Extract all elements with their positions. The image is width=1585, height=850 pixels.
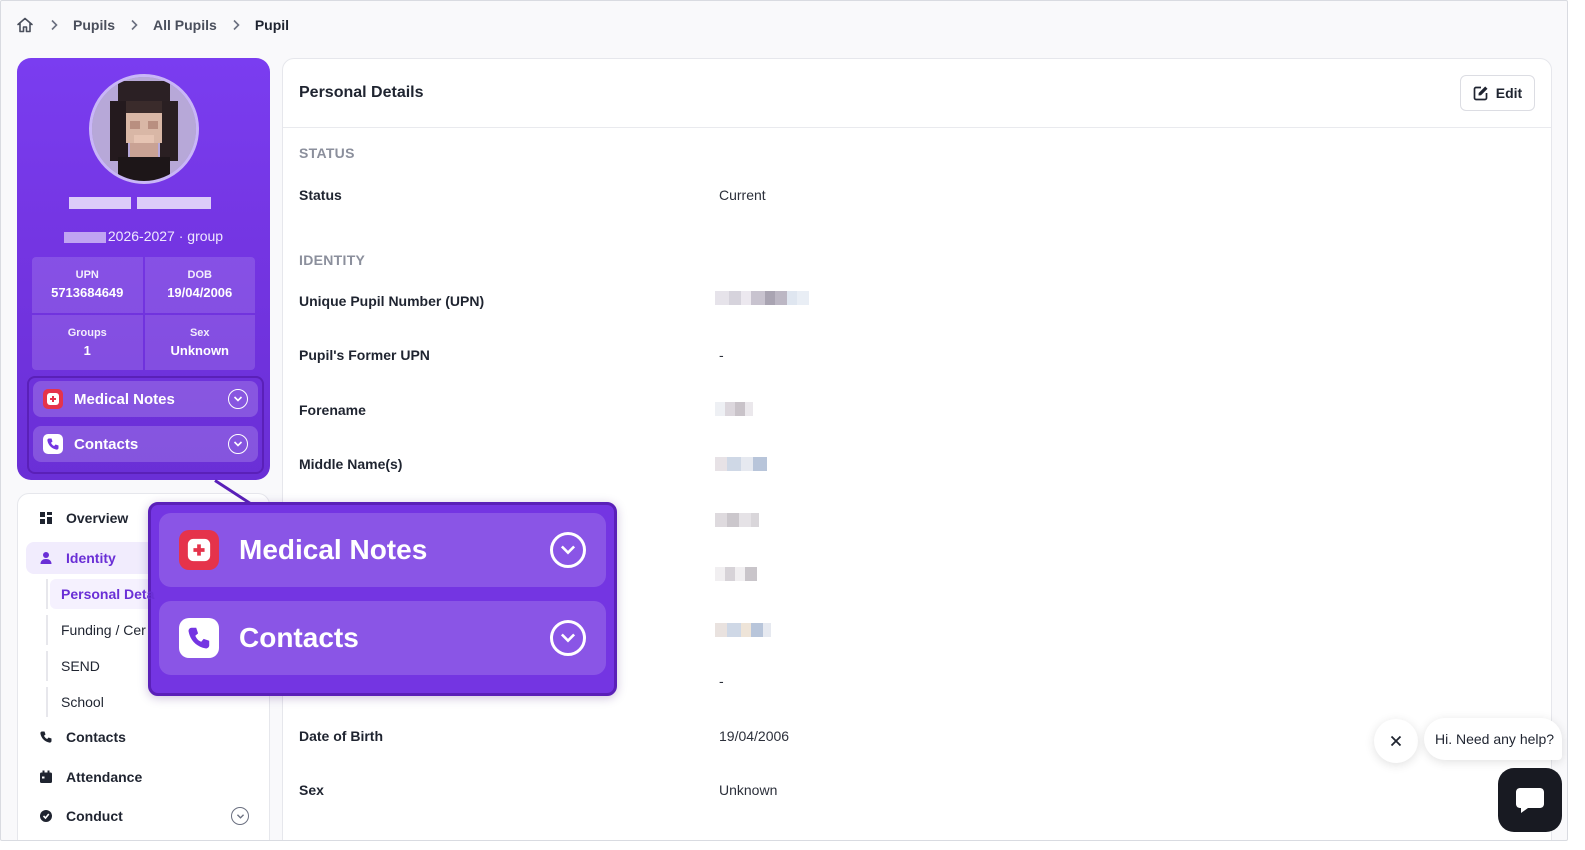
profile-accordions: Medical Notes Contacts [27, 376, 264, 474]
stat-sex: Sex Unknown [144, 314, 255, 370]
medical-notes-accordion-zoomed[interactable]: Medical Notes [159, 513, 606, 587]
chevron-down-icon [228, 389, 248, 409]
section-status: STATUS [299, 145, 355, 161]
conduct-icon [38, 808, 54, 824]
forename-label: Forename [299, 402, 366, 418]
chevron-down-icon [550, 620, 586, 656]
app-window: Pupils All Pupils Pupil 2026-2027 · grou… [0, 0, 1568, 841]
stat-groups: Groups 1 [32, 314, 143, 370]
page-title: Personal Details [299, 84, 424, 101]
stat-upn: UPN 5713684649 [32, 257, 143, 313]
phone-icon [179, 618, 219, 658]
edit-icon [1473, 85, 1489, 101]
pupil-profile-card: 2026-2027 · group UPN 5713684649 DOB 19/04… [17, 58, 270, 480]
chat-icon [1514, 785, 1546, 815]
dash-value: - [719, 673, 724, 689]
chat-launcher-button[interactable] [1498, 768, 1562, 832]
avatar [89, 74, 199, 184]
status-value: Current [719, 187, 766, 203]
breadcrumb-pupil: Pupil [254, 17, 290, 33]
year-group-line: 2026-2027 · group [17, 228, 270, 244]
section-identity: IDENTITY [299, 252, 366, 268]
medical-notes-icon [179, 530, 219, 570]
redacted-value [715, 621, 771, 639]
chevron-down-icon[interactable] [231, 807, 249, 825]
breadcrumb-all-pupils[interactable]: All Pupils [153, 17, 217, 33]
middle-name-label: Middle Name(s) [299, 456, 403, 472]
panel-header: Personal Details Edit [283, 59, 1551, 128]
nav-conduct[interactable]: Conduct [26, 800, 263, 832]
forename-value-redacted [715, 400, 753, 418]
close-icon [1389, 734, 1403, 748]
medical-notes-icon [43, 389, 63, 409]
phone-icon [38, 729, 54, 745]
redacted-value [715, 565, 757, 583]
status-label: Status [299, 187, 342, 203]
home-icon[interactable] [15, 15, 35, 35]
middle-name-value-redacted [715, 455, 767, 473]
sex-value: Unknown [719, 782, 778, 798]
phone-icon [43, 434, 63, 454]
user-icon [38, 550, 54, 566]
pupil-name-redacted [69, 192, 219, 214]
grid-icon [38, 510, 54, 526]
chevron-down-icon [550, 532, 586, 568]
former-upn-label: Pupil's Former UPN [299, 347, 430, 363]
chevron-right-icon [115, 19, 153, 31]
chevron-right-icon [35, 19, 73, 31]
medical-notes-accordion[interactable]: Medical Notes [33, 381, 258, 417]
chat-greeting-bubble[interactable]: Hi. Need any help? [1424, 718, 1562, 760]
contacts-accordion-zoomed[interactable]: Contacts [159, 601, 606, 675]
stat-dob: DOB 19/04/2006 [144, 257, 255, 313]
breadcrumb-pupils[interactable]: Pupils [73, 17, 115, 33]
nav-contacts[interactable]: Contacts [26, 721, 263, 753]
chevron-right-icon [217, 19, 255, 31]
dob-label: Date of Birth [299, 728, 383, 744]
redacted-value [715, 511, 759, 529]
zoom-callout: Medical Notes Contacts [148, 502, 617, 696]
chevron-down-icon [228, 434, 248, 454]
sex-label: Sex [299, 782, 324, 798]
calendar-icon [38, 769, 54, 785]
nav-attendance[interactable]: Attendance [26, 761, 263, 793]
contacts-accordion[interactable]: Contacts [33, 426, 258, 462]
profile-stats: UPN 5713684649 DOB 19/04/2006 Groups 1 Sex U… [32, 257, 255, 370]
chat-dismiss-button[interactable] [1374, 719, 1418, 763]
edit-button[interactable]: Edit [1460, 75, 1535, 111]
former-upn-value: - [719, 347, 724, 363]
personal-details-panel: Personal Details Edit STATUS Status Curr… [282, 58, 1552, 840]
dob-value: 19/04/2006 [719, 728, 790, 744]
upn-label: Unique Pupil Number (UPN) [299, 293, 485, 309]
breadcrumb: Pupils All Pupils Pupil [15, 13, 289, 37]
upn-value-redacted [715, 289, 809, 307]
